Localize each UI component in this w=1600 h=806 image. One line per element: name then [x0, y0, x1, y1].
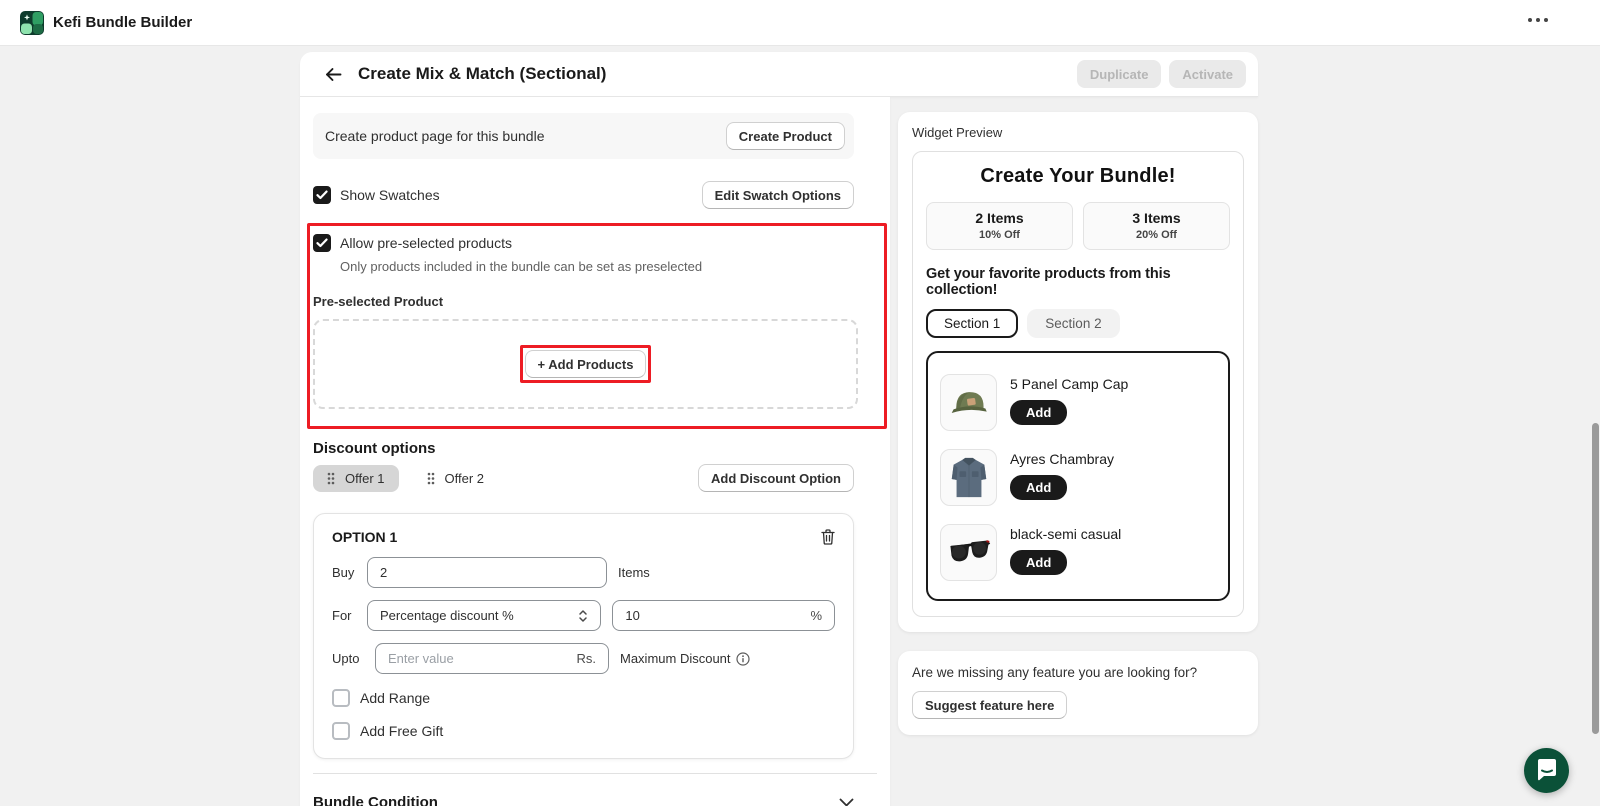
bundle-form-panel: Create product page for this bundle Crea… — [300, 97, 890, 806]
page-title: Create Mix & Match (Sectional) — [358, 64, 606, 84]
section-divider — [313, 773, 877, 774]
right-column: Widget Preview Create Your Bundle! 2 Ite… — [898, 112, 1258, 735]
tab-offer-1-label: Offer 1 — [345, 471, 385, 486]
page-header: Create Mix & Match (Sectional) Duplicate… — [300, 52, 1258, 97]
bundle-condition-toggle[interactable]: Bundle Condition — [313, 794, 854, 806]
widget-preview-box: Create Your Bundle! 2 Items 10% Off 3 It… — [912, 151, 1244, 617]
option-1-card: OPTION 1 Buy Items For Percentage discou… — [313, 513, 854, 759]
bundle-widget-title: Create Your Bundle! — [926, 165, 1230, 188]
discount-type-select[interactable]: Percentage discount % — [367, 600, 601, 631]
tab-section-2[interactable]: Section 2 — [1027, 309, 1119, 338]
preselected-helper-text: Only products included in the bundle can… — [340, 259, 858, 274]
chat-launcher-button[interactable] — [1524, 748, 1569, 793]
add-discount-option-button[interactable]: Add Discount Option — [698, 464, 854, 492]
add-product-button[interactable]: Add — [1010, 550, 1067, 575]
edit-swatch-options-button[interactable]: Edit Swatch Options — [702, 181, 854, 209]
product-row-chambray: Ayres Chambray Add — [940, 449, 1216, 506]
show-swatches-checkbox[interactable] — [313, 186, 331, 204]
add-range-checkbox[interactable] — [332, 689, 350, 707]
show-swatches-row: Show Swatches Edit Swatch Options — [313, 181, 854, 209]
product-row-sunglasses: black-semi casual Add — [940, 524, 1216, 581]
tab-offer-2-label: Offer 2 — [445, 471, 485, 486]
preselected-product-label: Pre-selected Product — [313, 294, 858, 309]
widget-preview-card: Widget Preview Create Your Bundle! 2 Ite… — [898, 112, 1258, 632]
allow-preselected-checkbox[interactable] — [313, 234, 331, 252]
activate-button[interactable]: Activate — [1169, 60, 1246, 88]
for-label: For — [332, 608, 358, 623]
tier-2-items-button[interactable]: 2 Items 10% Off — [926, 202, 1073, 250]
buy-quantity-field — [367, 557, 607, 588]
discount-type-value: Percentage discount % — [380, 608, 514, 623]
delete-option-icon[interactable] — [821, 529, 835, 545]
collection-heading: Get your favorite products from this col… — [926, 266, 1230, 298]
preselected-product-dropzone: + Add Products — [313, 319, 858, 409]
info-icon[interactable] — [736, 652, 750, 666]
drag-handle-icon — [427, 472, 435, 485]
add-product-button[interactable]: Add — [1010, 475, 1067, 500]
currency-suffix: Rs. — [577, 651, 597, 666]
percent-suffix: % — [810, 608, 822, 623]
chat-icon — [1535, 759, 1559, 782]
max-discount-field: Rs. — [375, 643, 609, 674]
app-title: Kefi Bundle Builder — [53, 14, 192, 31]
create-product-banner: Create product page for this bundle Crea… — [313, 113, 854, 159]
create-product-button[interactable]: Create Product — [726, 122, 845, 150]
discount-value-input[interactable] — [625, 608, 802, 623]
add-products-highlight: + Add Products — [520, 345, 652, 383]
add-product-button[interactable]: Add — [1010, 400, 1067, 425]
product-list-box: 5 Panel Camp Cap Add — [926, 351, 1230, 601]
app-logo-icon — [20, 11, 44, 35]
sunglasses-product-image — [940, 524, 997, 581]
items-suffix-label: Items — [618, 565, 650, 580]
vertical-scrollbar[interactable] — [1592, 423, 1599, 734]
overflow-menu-button[interactable] — [1528, 18, 1548, 22]
buy-quantity-input[interactable] — [380, 565, 594, 580]
option-1-title: OPTION 1 — [332, 529, 397, 545]
cap-product-image — [940, 374, 997, 431]
offer-tabs-row: Offer 1 Offer 2 Add Discount Option — [313, 464, 854, 492]
tab-offer-1[interactable]: Offer 1 — [313, 465, 399, 492]
preselected-products-highlight: Allow pre-selected products Only product… — [307, 223, 887, 429]
chevron-down-icon — [839, 798, 854, 806]
tab-section-1[interactable]: Section 1 — [926, 309, 1018, 338]
section-tabs: Section 1 Section 2 — [926, 309, 1230, 338]
add-free-gift-checkbox[interactable] — [332, 722, 350, 740]
tier-3-items-button[interactable]: 3 Items 20% Off — [1083, 202, 1230, 250]
allow-preselected-label: Allow pre-selected products — [340, 235, 512, 251]
add-products-button[interactable]: + Add Products — [525, 350, 647, 378]
widget-preview-label: Widget Preview — [912, 125, 1244, 140]
suggest-feature-button[interactable]: Suggest feature here — [912, 691, 1067, 719]
feature-question: Are we missing any feature you are looki… — [912, 665, 1244, 680]
tier-buttons-row: 2 Items 10% Off 3 Items 20% Off — [926, 202, 1230, 250]
discount-options-heading: Discount options — [313, 440, 854, 457]
banner-text: Create product page for this bundle — [325, 128, 544, 144]
upto-label: Upto — [332, 651, 366, 666]
max-discount-input[interactable] — [388, 651, 569, 666]
bundle-condition-title: Bundle Condition — [313, 794, 438, 806]
product-row-camp-cap: 5 Panel Camp Cap Add — [940, 374, 1216, 431]
top-bar: Kefi Bundle Builder — [0, 0, 1600, 46]
tab-offer-2[interactable]: Offer 2 — [413, 465, 499, 492]
maximum-discount-label: Maximum Discount — [620, 651, 750, 666]
select-updown-icon — [578, 609, 588, 623]
feature-suggestion-card: Are we missing any feature you are looki… — [898, 651, 1258, 735]
discount-value-field: % — [612, 600, 835, 631]
shirt-product-image — [940, 449, 997, 506]
add-free-gift-label: Add Free Gift — [360, 723, 443, 739]
add-range-label: Add Range — [360, 690, 430, 706]
drag-handle-icon — [327, 472, 335, 485]
back-arrow-icon[interactable] — [322, 63, 344, 85]
show-swatches-label: Show Swatches — [340, 187, 440, 203]
duplicate-button[interactable]: Duplicate — [1077, 60, 1162, 88]
buy-label: Buy — [332, 565, 358, 580]
